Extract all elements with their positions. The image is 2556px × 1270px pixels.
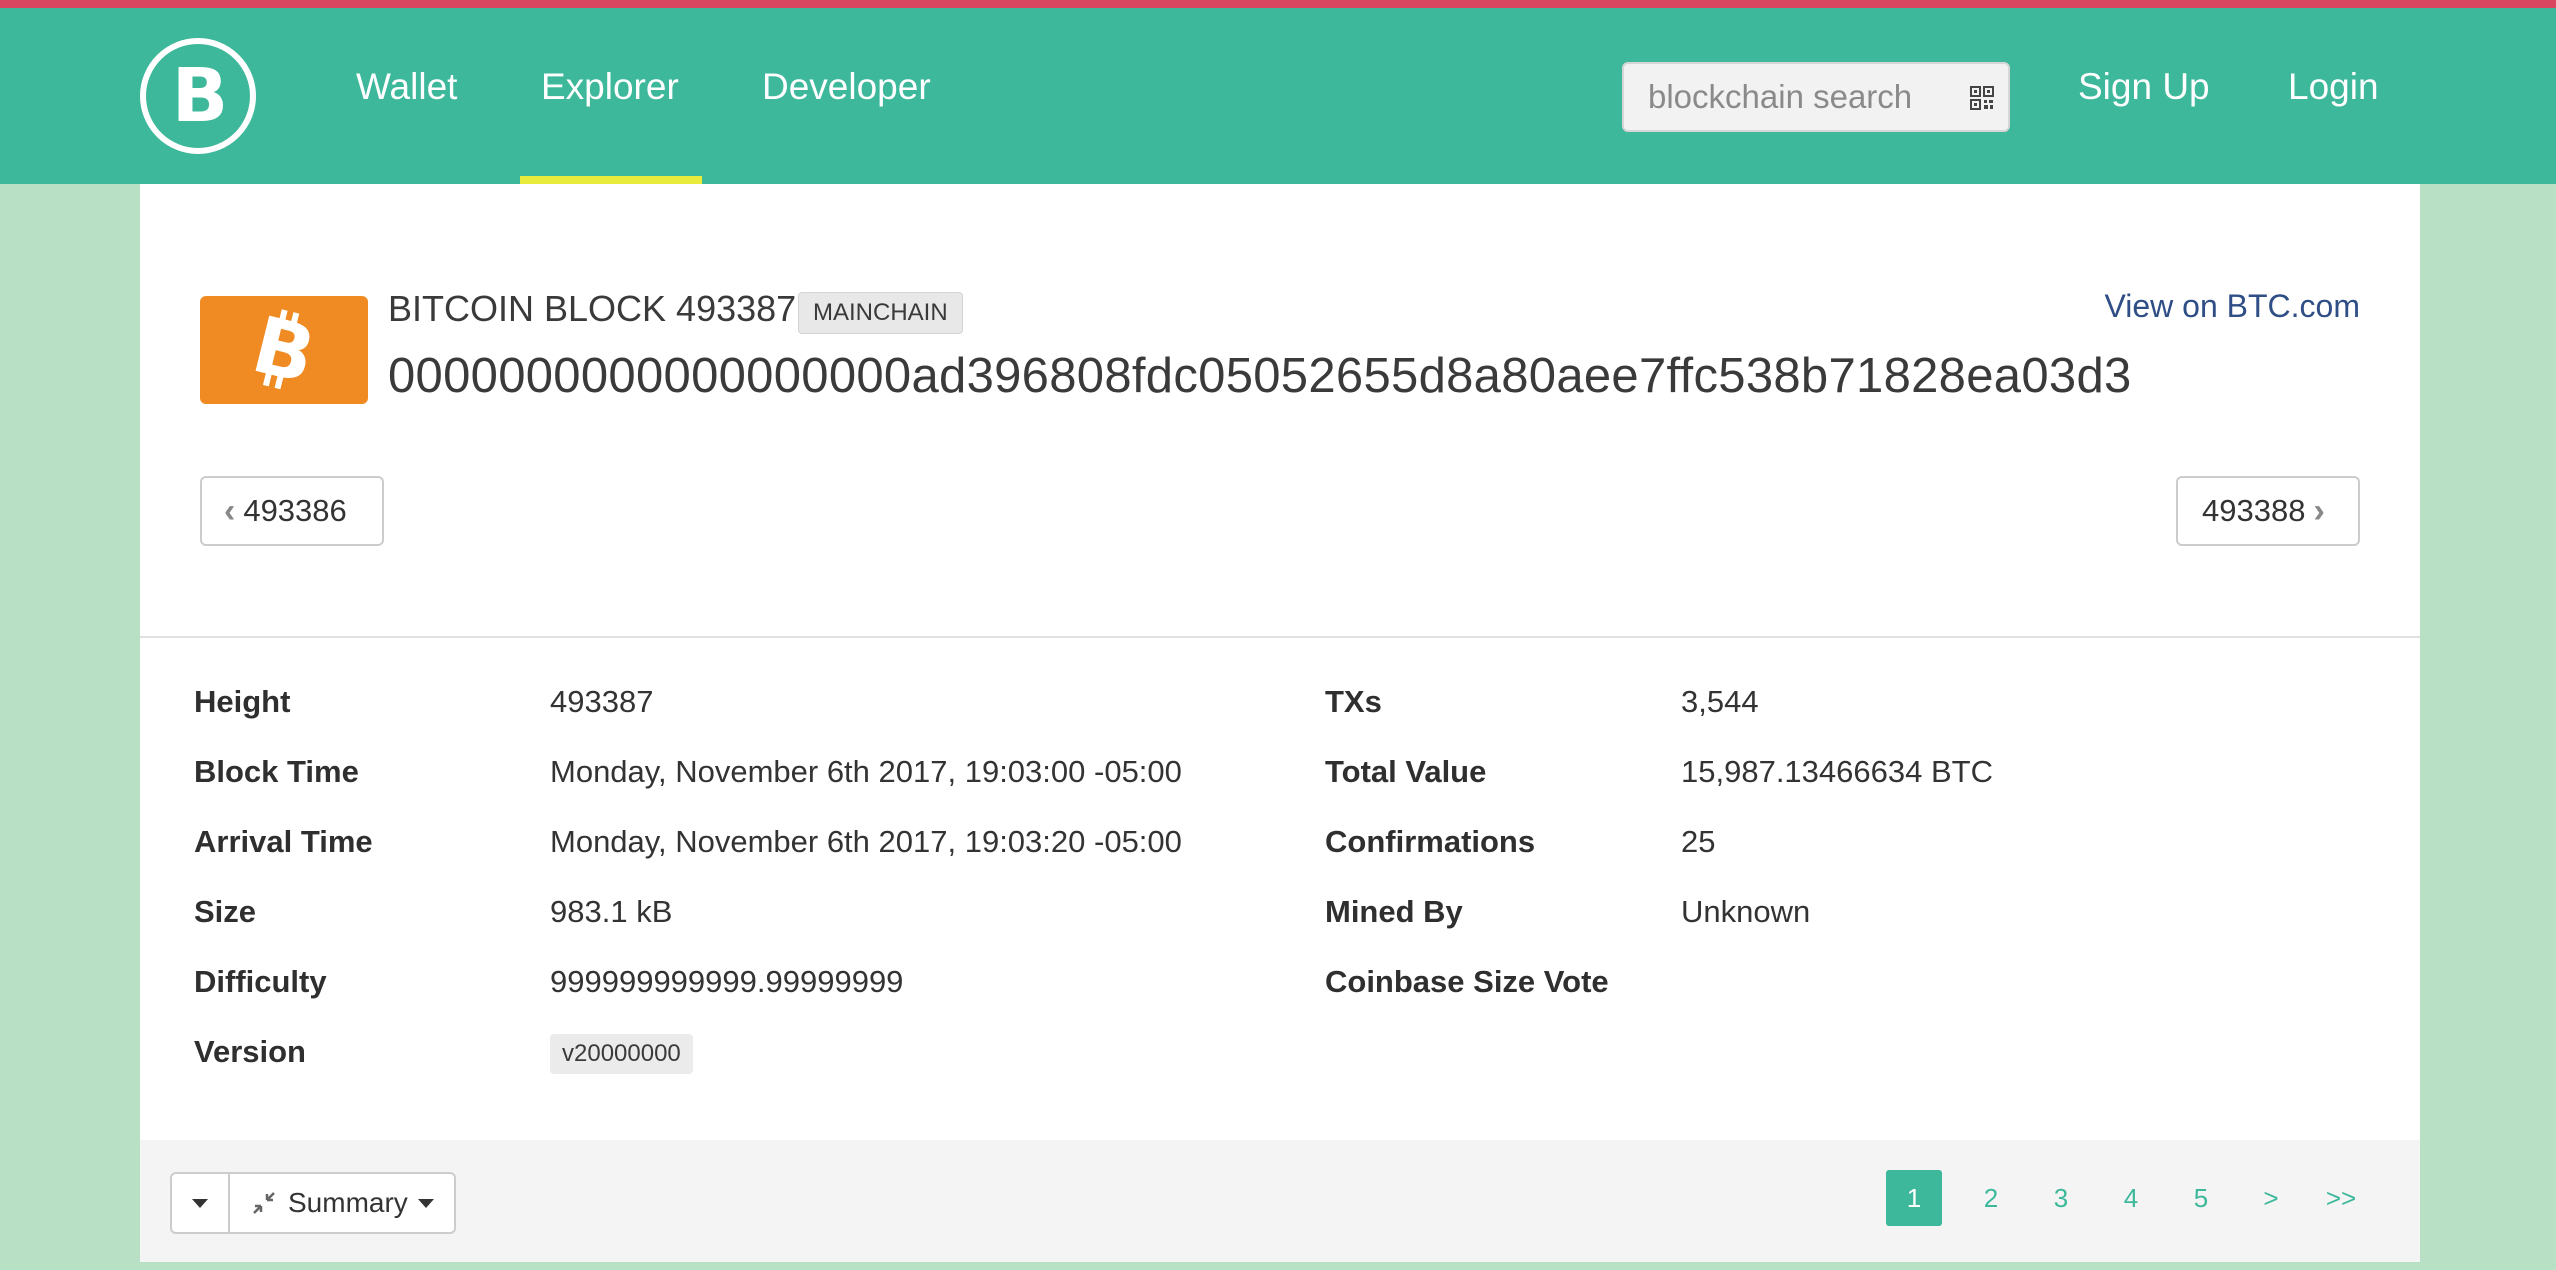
- block-card: B BITCOIN BLOCK 493387 MAINCHAIN 0000000…: [140, 184, 2420, 1262]
- detail-label: Block Time: [194, 754, 359, 789]
- detail-value: 15,987.13466634 BTC: [1681, 754, 1993, 789]
- view-on-btc-link[interactable]: View on BTC.com: [2105, 288, 2361, 325]
- detail-value: 493387: [550, 684, 654, 719]
- detail-label: Difficulty: [194, 964, 327, 999]
- detail-label: TXs: [1325, 684, 1382, 719]
- chain-badge: MAINCHAIN: [798, 292, 963, 334]
- logo[interactable]: B: [140, 38, 256, 154]
- detail-label: Total Value: [1325, 754, 1487, 789]
- transactions-toolbar: Summary 1 2 3 4 5 > >>: [140, 1140, 2420, 1262]
- qr-code-icon[interactable]: [1970, 86, 1994, 110]
- prev-block-label: 493386: [243, 493, 347, 528]
- detail-label: Version: [194, 1034, 306, 1069]
- detail-label: Confirmations: [1325, 824, 1536, 859]
- compress-icon: [253, 1192, 275, 1214]
- dropdown-toggle[interactable]: [172, 1174, 230, 1232]
- top-accent-line: [0, 0, 2556, 8]
- page-2[interactable]: 2: [1956, 1170, 2026, 1226]
- pagination: 1 2 3 4 5 > >>: [1886, 1170, 2376, 1226]
- next-block-label: 493388: [2202, 493, 2306, 528]
- next-block-button[interactable]: 493388 ›: [2176, 476, 2360, 546]
- chevron-left-icon: ‹: [224, 491, 236, 530]
- logo-letter: B: [171, 53, 229, 139]
- blockchain-search: [1622, 62, 2010, 132]
- navbar: B Wallet Explorer Developer Sign Up Logi…: [0, 8, 2556, 184]
- detail-value: 999999999999.99999999: [550, 964, 904, 999]
- sign-up-link[interactable]: Sign Up: [2078, 66, 2210, 108]
- detail-value: Unknown: [1681, 894, 1811, 929]
- detail-value: 983.1 kB: [550, 894, 673, 929]
- page-1[interactable]: 1: [1886, 1170, 1942, 1226]
- summary-label: Summary: [288, 1187, 408, 1218]
- login-link[interactable]: Login: [2288, 66, 2379, 108]
- nav-developer[interactable]: Developer: [762, 66, 931, 108]
- page-4[interactable]: 4: [2096, 1170, 2166, 1226]
- detail-label: Arrival Time: [194, 824, 373, 859]
- caret-down-icon: [192, 1198, 208, 1208]
- detail-value: Monday, November 6th 2017, 19:03:20 -05:…: [550, 824, 1182, 859]
- page-next[interactable]: >: [2236, 1170, 2306, 1226]
- version-badge: v20000000: [550, 1034, 693, 1074]
- page-5[interactable]: 5: [2166, 1170, 2236, 1226]
- block-hash: 0000000000000000000ad396808fdc05052655d8…: [388, 349, 2132, 403]
- nav-wallet[interactable]: Wallet: [356, 66, 457, 108]
- divider: [140, 636, 2420, 638]
- nav-active-indicator: [520, 176, 702, 184]
- detail-value: Monday, November 6th 2017, 19:03:00 -05:…: [550, 754, 1182, 789]
- page-3[interactable]: 3: [2026, 1170, 2096, 1226]
- detail-value: 25: [1681, 824, 1716, 859]
- block-title: BITCOIN BLOCK 493387: [388, 288, 797, 329]
- chevron-right-icon: ›: [2313, 491, 2325, 530]
- summary-dropdown[interactable]: Summary: [230, 1174, 454, 1232]
- search-input[interactable]: [1624, 64, 1944, 130]
- prev-block-button[interactable]: ‹ 493386: [200, 476, 384, 546]
- nav-explorer[interactable]: Explorer: [541, 66, 679, 108]
- detail-value: 3,544: [1681, 684, 1759, 719]
- page-last[interactable]: >>: [2306, 1170, 2376, 1226]
- detail-label: Size: [194, 894, 257, 929]
- detail-label: Height: [194, 684, 291, 719]
- detail-label: Coinbase Size Vote: [1325, 964, 1609, 999]
- view-mode-dropdown: Summary: [170, 1172, 456, 1234]
- caret-down-icon: [417, 1198, 434, 1208]
- bitcoin-icon: B: [200, 296, 368, 404]
- detail-label: Mined By: [1325, 894, 1463, 929]
